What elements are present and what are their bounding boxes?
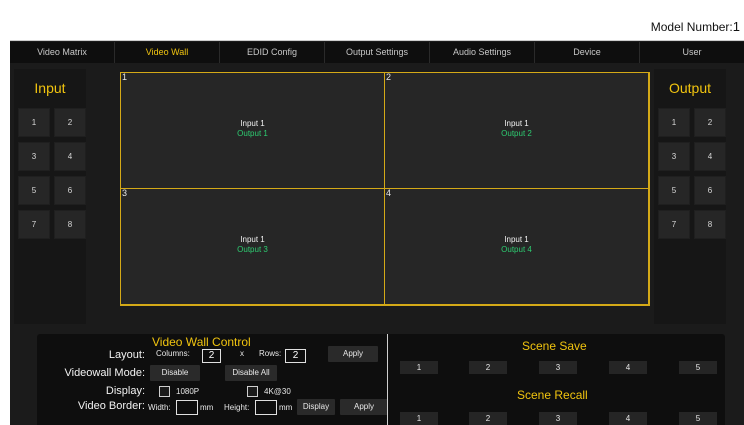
wall-cell-number: 3 — [122, 188, 128, 198]
wall-cell-output: Output 4 — [501, 245, 532, 254]
scene-recall-button-2[interactable]: 2 — [469, 412, 507, 425]
tab-audio-settings[interactable]: Audio Settings — [430, 42, 535, 63]
x-label: x — [240, 349, 244, 358]
videowall-mode-label: Videowall Mode: — [64, 367, 145, 379]
wall-cell-4[interactable]: 4 Input 1 Output 4 — [384, 188, 649, 305]
scene-save-button-3[interactable]: 3 — [539, 361, 577, 374]
model-number: Model Number:1 — [651, 19, 740, 34]
width-mm-label: mm — [200, 403, 214, 412]
model-number-label: Model Number: — [650, 20, 733, 34]
wall-cell-number: 1 — [122, 72, 128, 82]
output-button-2[interactable]: 2 — [694, 108, 726, 137]
scene-save-button-4[interactable]: 4 — [609, 361, 647, 374]
wall-cell-output: Output 3 — [237, 245, 268, 254]
display-label: Display: — [105, 385, 145, 397]
video-wall-control-title: Video Wall Control — [152, 335, 251, 349]
scene-save-button-5[interactable]: 5 — [679, 361, 717, 374]
4k30-label: 4K@30 — [264, 387, 291, 396]
scene-save-title: Scene Save — [522, 339, 587, 353]
wall-cell-output: Output 2 — [501, 129, 532, 138]
scene-recall-button-4[interactable]: 4 — [609, 412, 647, 425]
height-label: Height: — [224, 403, 250, 412]
video-wall-control-panel: Video Wall Control Layout: Columns: 2 x … — [37, 334, 725, 425]
rows-label: Rows: — [259, 349, 282, 358]
wall-cell-number: 4 — [386, 188, 392, 198]
tab-device[interactable]: Device — [535, 42, 640, 63]
input-button-7[interactable]: 7 — [18, 210, 50, 239]
output-panel: Output 1 2 3 4 5 6 7 8 — [654, 69, 726, 324]
tab-video-matrix[interactable]: Video Matrix — [10, 42, 115, 63]
scene-recall-title: Scene Recall — [517, 388, 588, 402]
wall-cell-label: Input 1 Output 4 — [385, 235, 648, 255]
height-mm-label: mm — [279, 403, 293, 412]
wall-cell-input: Input 1 — [240, 235, 265, 244]
input-button-6[interactable]: 6 — [54, 176, 86, 205]
tab-edid-config[interactable]: EDID Config — [220, 42, 325, 63]
scene-save-button-1[interactable]: 1 — [400, 361, 438, 374]
apply-border-button[interactable]: Apply — [340, 399, 388, 415]
output-button-6[interactable]: 6 — [694, 176, 726, 205]
4k30-checkbox[interactable] — [247, 386, 258, 397]
wall-cell-output: Output 1 — [237, 129, 268, 138]
1080p-checkbox[interactable] — [159, 386, 170, 397]
scene-recall-button-5[interactable]: 5 — [679, 412, 717, 425]
columns-input[interactable]: 2 — [202, 349, 221, 363]
input-button-1[interactable]: 1 — [18, 108, 50, 137]
wall-cell-input: Input 1 — [240, 119, 265, 128]
output-button-grid: 1 2 3 4 5 6 7 8 — [658, 108, 726, 239]
rows-input[interactable]: 2 — [285, 349, 306, 363]
main-content: Input 1 2 3 4 5 6 7 8 1 Input 1 Output 1 — [10, 63, 744, 425]
layout-label: Layout: — [108, 349, 145, 361]
scene-recall-button-3[interactable]: 3 — [539, 412, 577, 425]
tab-user[interactable]: User — [640, 42, 744, 63]
wall-cell-label: Input 1 Output 3 — [121, 235, 384, 255]
main-nav: Video Matrix Video Wall EDID Config Outp… — [10, 42, 744, 63]
header-bar: Model Number:1 — [10, 11, 744, 41]
app-frame: Model Number:1 Video Matrix Video Wall E… — [10, 11, 744, 425]
output-button-5[interactable]: 5 — [658, 176, 690, 205]
wall-cell-input: Input 1 — [504, 235, 529, 244]
wall-cell-input: Input 1 — [504, 119, 529, 128]
model-number-value: 1 — [732, 19, 740, 34]
output-panel-title: Output — [668, 80, 712, 96]
disable-all-button[interactable]: Disable All — [225, 365, 277, 381]
tab-video-wall[interactable]: Video Wall — [115, 42, 220, 63]
control-divider — [387, 334, 388, 425]
wall-cell-3[interactable]: 3 Input 1 Output 3 — [120, 188, 385, 305]
wall-cell-label: Input 1 Output 2 — [385, 119, 648, 139]
output-button-4[interactable]: 4 — [694, 142, 726, 171]
display-button[interactable]: Display — [297, 399, 335, 415]
wall-cell-number: 2 — [386, 72, 392, 82]
disable-button[interactable]: Disable — [150, 365, 200, 381]
wall-cell-1[interactable]: 1 Input 1 Output 1 — [120, 72, 385, 189]
tab-output-settings[interactable]: Output Settings — [325, 42, 430, 63]
height-input[interactable] — [255, 400, 277, 415]
input-button-grid: 1 2 3 4 5 6 7 8 — [18, 108, 86, 239]
columns-label: Columns: — [156, 349, 190, 358]
wall-cell-label: Input 1 Output 1 — [121, 119, 384, 139]
input-button-5[interactable]: 5 — [18, 176, 50, 205]
video-border-label: Video Border: — [77, 400, 145, 412]
1080p-label: 1080P — [176, 387, 200, 396]
input-panel: Input 1 2 3 4 5 6 7 8 — [14, 69, 86, 324]
input-panel-title: Input — [34, 80, 66, 96]
input-button-2[interactable]: 2 — [54, 108, 86, 137]
output-button-7[interactable]: 7 — [658, 210, 690, 239]
output-button-8[interactable]: 8 — [694, 210, 726, 239]
video-wall-grid: 1 Input 1 Output 1 2 Input 1 Output 2 3 … — [120, 72, 650, 306]
input-button-8[interactable]: 8 — [54, 210, 86, 239]
input-button-3[interactable]: 3 — [18, 142, 50, 171]
scene-recall-button-1[interactable]: 1 — [400, 412, 438, 425]
input-button-4[interactable]: 4 — [54, 142, 86, 171]
width-label: Width: — [148, 403, 171, 412]
width-input[interactable] — [176, 400, 198, 415]
scene-save-button-2[interactable]: 2 — [469, 361, 507, 374]
output-button-3[interactable]: 3 — [658, 142, 690, 171]
output-button-1[interactable]: 1 — [658, 108, 690, 137]
wall-cell-2[interactable]: 2 Input 1 Output 2 — [384, 72, 649, 189]
apply-layout-button[interactable]: Apply — [328, 346, 378, 362]
